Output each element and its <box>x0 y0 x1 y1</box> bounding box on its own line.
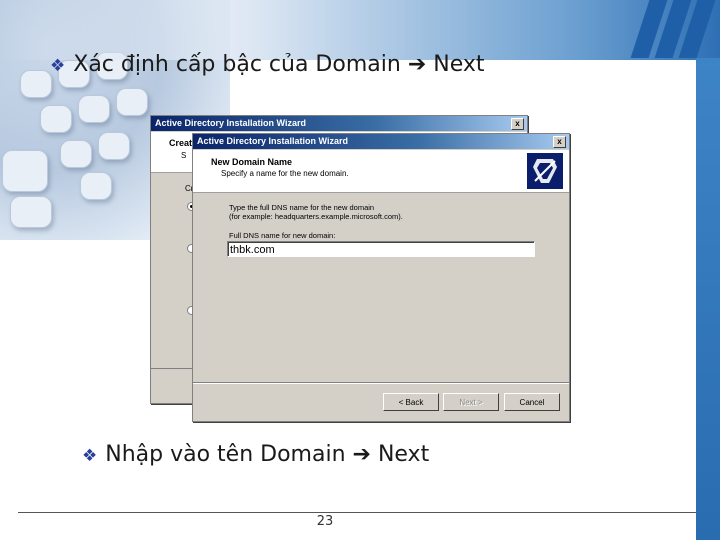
close-icon[interactable]: x <box>553 136 566 148</box>
back-button[interactable]: < Back <box>383 393 439 411</box>
bullet-icon: ❖ <box>50 56 66 76</box>
new-domain-name-dialog: Active Directory Installation Wizard x N… <box>192 133 570 422</box>
page-heading: New Domain Name <box>211 157 293 167</box>
cancel-button[interactable]: Cancel <box>504 393 560 411</box>
arrow-icon: ➔ <box>407 52 427 77</box>
title-top-next: Next <box>433 52 485 77</box>
back-dialog-titlebar: Active Directory Installation Wizard x <box>151 116 527 131</box>
dns-name-label: Full DNS name for new domain: <box>229 231 336 240</box>
description-line-2: (for example: headquarters.example.micro… <box>229 212 403 221</box>
arrow-icon: ➔ <box>352 442 371 467</box>
right-accent-bar <box>696 58 720 540</box>
page-number: 23 <box>316 514 334 529</box>
bullet-icon: ❖ <box>82 446 98 466</box>
close-icon[interactable]: x <box>511 118 524 130</box>
slide-title-bottom: ❖ Nhập vào tên Domain ➔ Next <box>82 442 429 467</box>
front-dialog-header: New Domain Name Specify a name for the n… <box>193 150 569 193</box>
top-banner <box>0 0 720 60</box>
title-bottom-next: Next <box>377 442 430 467</box>
back-dialog-subheading: S <box>181 151 187 160</box>
front-dialog-title: Active Directory Installation Wizard <box>197 136 348 146</box>
dns-name-input[interactable]: thbk.com <box>227 241 535 257</box>
slide-title-top: ❖ Xác định cấp bậc của Domain ➔ Next <box>50 52 485 77</box>
next-button[interactable]: Next > <box>443 393 499 411</box>
footer-divider <box>18 512 696 513</box>
page-subheading: Specify a name for the new domain. <box>221 169 349 178</box>
wizard-icon <box>527 153 563 189</box>
back-dialog-title: Active Directory Installation Wizard <box>155 118 306 128</box>
description-line-1: Type the full DNS name for the new domai… <box>229 203 375 212</box>
title-bottom-text: Nhập vào tên Domain <box>105 442 346 467</box>
back-dialog-heading: Creat <box>169 138 193 148</box>
title-top-text: Xác định cấp bậc của Domain <box>73 52 401 77</box>
front-dialog-titlebar: Active Directory Installation Wizard x <box>193 134 569 149</box>
